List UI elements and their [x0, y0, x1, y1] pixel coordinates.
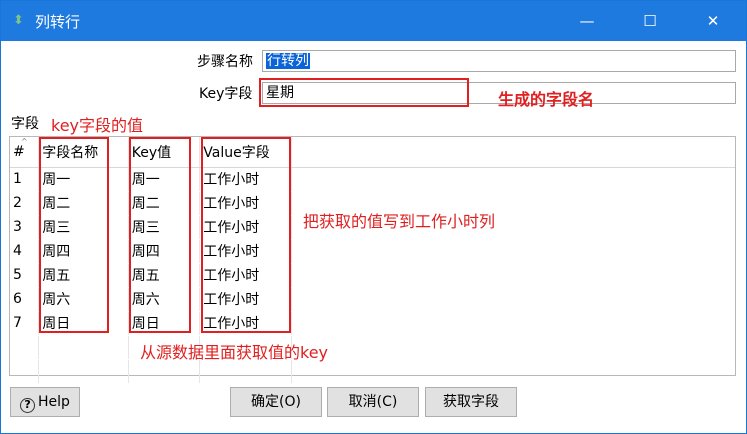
cell-empty: [38, 359, 129, 384]
cell-empty: [291, 167, 735, 192]
maximize-button[interactable]: ☐: [627, 1, 673, 41]
table-row[interactable]: 4 周四 周四 工作小时: [10, 239, 735, 264]
fields-section-label: 字段: [11, 116, 39, 132]
cell-index[interactable]: 6: [10, 287, 40, 312]
table-row[interactable]: 7 周日 周日 工作小时: [10, 311, 735, 336]
help-label: Help: [38, 394, 70, 410]
help-icon: ?: [20, 398, 36, 413]
cell-empty: [38, 335, 129, 360]
window-title: 列转行: [35, 13, 81, 31]
help-button[interactable]: ? Help: [10, 387, 80, 417]
dialog-content: 步骤名称 行转列 Key字段 星期 生成的字段名 字段 key字段的值 ^ # …: [1, 41, 746, 433]
annotation-key-from-source: 从源数据里面获取值的key: [140, 343, 329, 362]
cell-empty: [10, 359, 40, 384]
field-name-column-highlight: [39, 137, 109, 333]
cancel-button[interactable]: 取消(C): [327, 387, 419, 417]
table-row[interactable]: 6 周六 周六 工作小时: [10, 287, 735, 312]
cell-index[interactable]: 5: [10, 263, 40, 288]
annotation-write-to-hours: 把获取的值写到工作小时列: [303, 212, 496, 231]
header-index[interactable]: #: [10, 137, 40, 168]
cell-index[interactable]: 7: [10, 311, 40, 336]
step-name-label: 步骤名称: [197, 54, 253, 70]
annotation-key-field-value: key字段的值: [51, 116, 144, 135]
cell-empty: [291, 263, 735, 288]
cell-index[interactable]: 2: [10, 191, 40, 216]
value-field-column-highlight: [201, 137, 291, 333]
fields-grid: # 字段名称 Key值 Value字段 1 周一 周一 工作小时 2 周二 周二 工作小时 3 周…: [10, 137, 735, 384]
cell-index[interactable]: 4: [10, 239, 40, 264]
empty-row[interactable]: [10, 359, 735, 384]
cell-empty: [291, 311, 735, 336]
cell-empty: [291, 239, 735, 264]
cell-index[interactable]: 3: [10, 215, 40, 240]
annotation-generated-field: 生成的字段名: [498, 90, 595, 109]
table-row[interactable]: 5 周五 周五 工作小时: [10, 263, 735, 288]
dialog-window: ⬍ 列转行 — ☐ ✕ 步骤名称 行转列 Key字段 星期 生成的字段名 字段 …: [0, 0, 747, 434]
cell-empty: [291, 359, 735, 384]
cell-index[interactable]: 1: [10, 167, 40, 192]
step-name-input[interactable]: 行转列: [262, 50, 736, 72]
key-field-label: Key字段: [199, 86, 253, 102]
minimize-button[interactable]: —: [564, 1, 610, 41]
cell-empty: [291, 287, 735, 312]
table-row[interactable]: 1 周一 周一 工作小时: [10, 167, 735, 192]
header-empty: [291, 137, 735, 168]
close-button[interactable]: ✕: [690, 1, 736, 41]
table-header-row: # 字段名称 Key值 Value字段: [10, 137, 735, 168]
empty-row[interactable]: [10, 335, 735, 360]
key-value-column-highlight: [129, 137, 191, 333]
title-bar[interactable]: ⬍ 列转行 — ☐ ✕: [1, 1, 746, 41]
step-name-value: 行转列: [266, 53, 310, 69]
cell-empty: [10, 335, 40, 360]
cell-empty: [291, 335, 735, 360]
fields-table[interactable]: ^ # 字段名称 Key值 Value字段 1 周一 周一 工作小时 2 周二 周二 工作小时…: [9, 136, 736, 384]
ok-button[interactable]: 确定(O): [230, 387, 322, 417]
get-fields-button[interactable]: 获取字段: [425, 387, 517, 417]
key-field-highlight: [259, 78, 469, 107]
app-icon: ⬍: [13, 13, 24, 28]
